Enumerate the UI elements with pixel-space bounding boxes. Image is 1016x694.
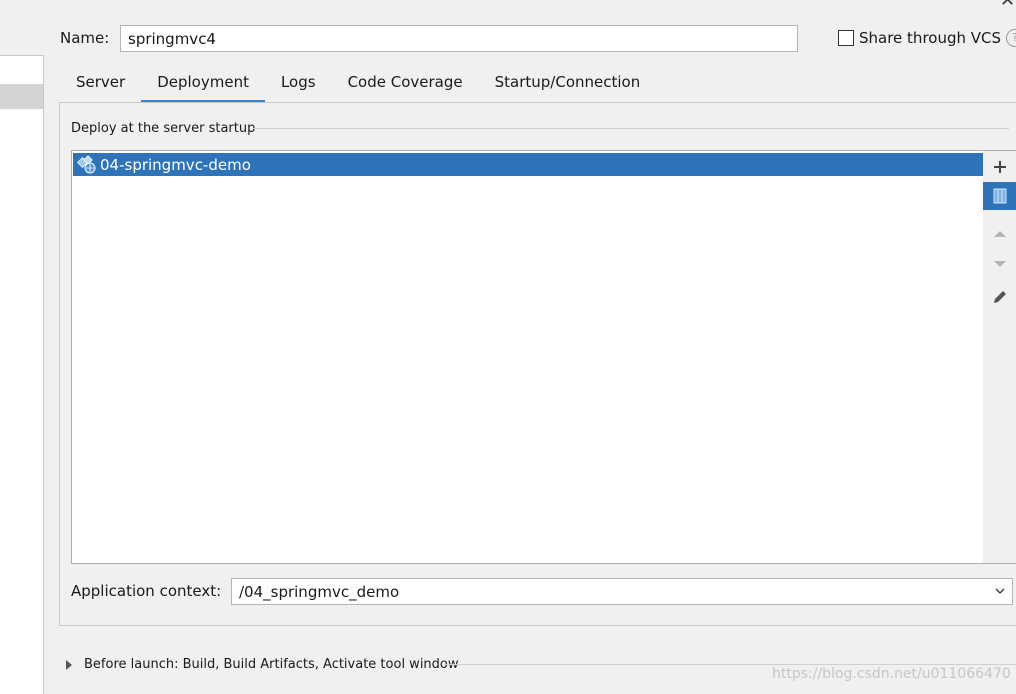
name-label: Name: — [60, 29, 110, 47]
app-context-value: /04_springmvc_demo — [239, 583, 400, 601]
artifact-icon — [77, 154, 96, 173]
before-launch-label: Before launch: Build, Build Artifacts, A… — [84, 657, 459, 672]
edit-button[interactable] — [983, 283, 1016, 311]
deployment-list[interactable]: 04-springmvc-demo — [71, 150, 984, 564]
share-vcs-label: Share through VCS — [859, 29, 1002, 47]
list-toolbar — [983, 150, 1016, 564]
artifact-icon — [993, 188, 1006, 204]
move-up-icon — [993, 231, 1006, 237]
list-item-label: 04-springmvc-demo — [100, 155, 251, 174]
section-title: Deploy at the server startup — [71, 121, 256, 136]
expand-arrow-icon[interactable] — [66, 659, 72, 670]
tab-startup-connection[interactable]: Startup/Connection — [479, 63, 657, 103]
before-launch-toggle[interactable]: Before launch: Build, Build Artifacts, A… — [66, 657, 459, 672]
help-icon[interactable]: ? — [1006, 29, 1016, 47]
section-divider — [252, 128, 1009, 129]
watermark: https://blog.csdn.net/u011066470 — [772, 666, 1011, 682]
chevron-down-icon — [995, 588, 1005, 594]
before-launch-divider — [444, 664, 1016, 665]
tab-deployment[interactable]: Deployment — [141, 63, 265, 103]
edit-icon — [993, 291, 1006, 303]
move-up-button[interactable] — [983, 219, 1016, 247]
tab-server[interactable]: Server — [60, 63, 141, 103]
close-icon[interactable]: ✕ — [1000, 0, 1015, 11]
left-config-list[interactable] — [0, 55, 44, 694]
left-selected-item[interactable] — [0, 84, 43, 109]
app-context-label: Application context: — [71, 582, 222, 600]
move-down-button[interactable] — [983, 250, 1016, 278]
add-icon — [993, 161, 1006, 173]
tab-code-coverage[interactable]: Code Coverage — [332, 63, 479, 103]
tab-bar: Server Deployment Logs Code Coverage Sta… — [60, 63, 656, 103]
app-context-select[interactable]: /04_springmvc_demo — [231, 578, 1013, 605]
name-input[interactable]: springmvc4 — [120, 25, 798, 52]
move-down-icon — [993, 261, 1006, 267]
add-artifact-button[interactable] — [983, 182, 1016, 210]
share-vcs-option[interactable]: Share through VCS — [838, 29, 1001, 47]
tab-logs[interactable]: Logs — [265, 63, 332, 103]
share-vcs-checkbox[interactable] — [838, 30, 854, 46]
add-button[interactable] — [983, 153, 1016, 181]
list-item[interactable]: 04-springmvc-demo — [73, 153, 983, 176]
